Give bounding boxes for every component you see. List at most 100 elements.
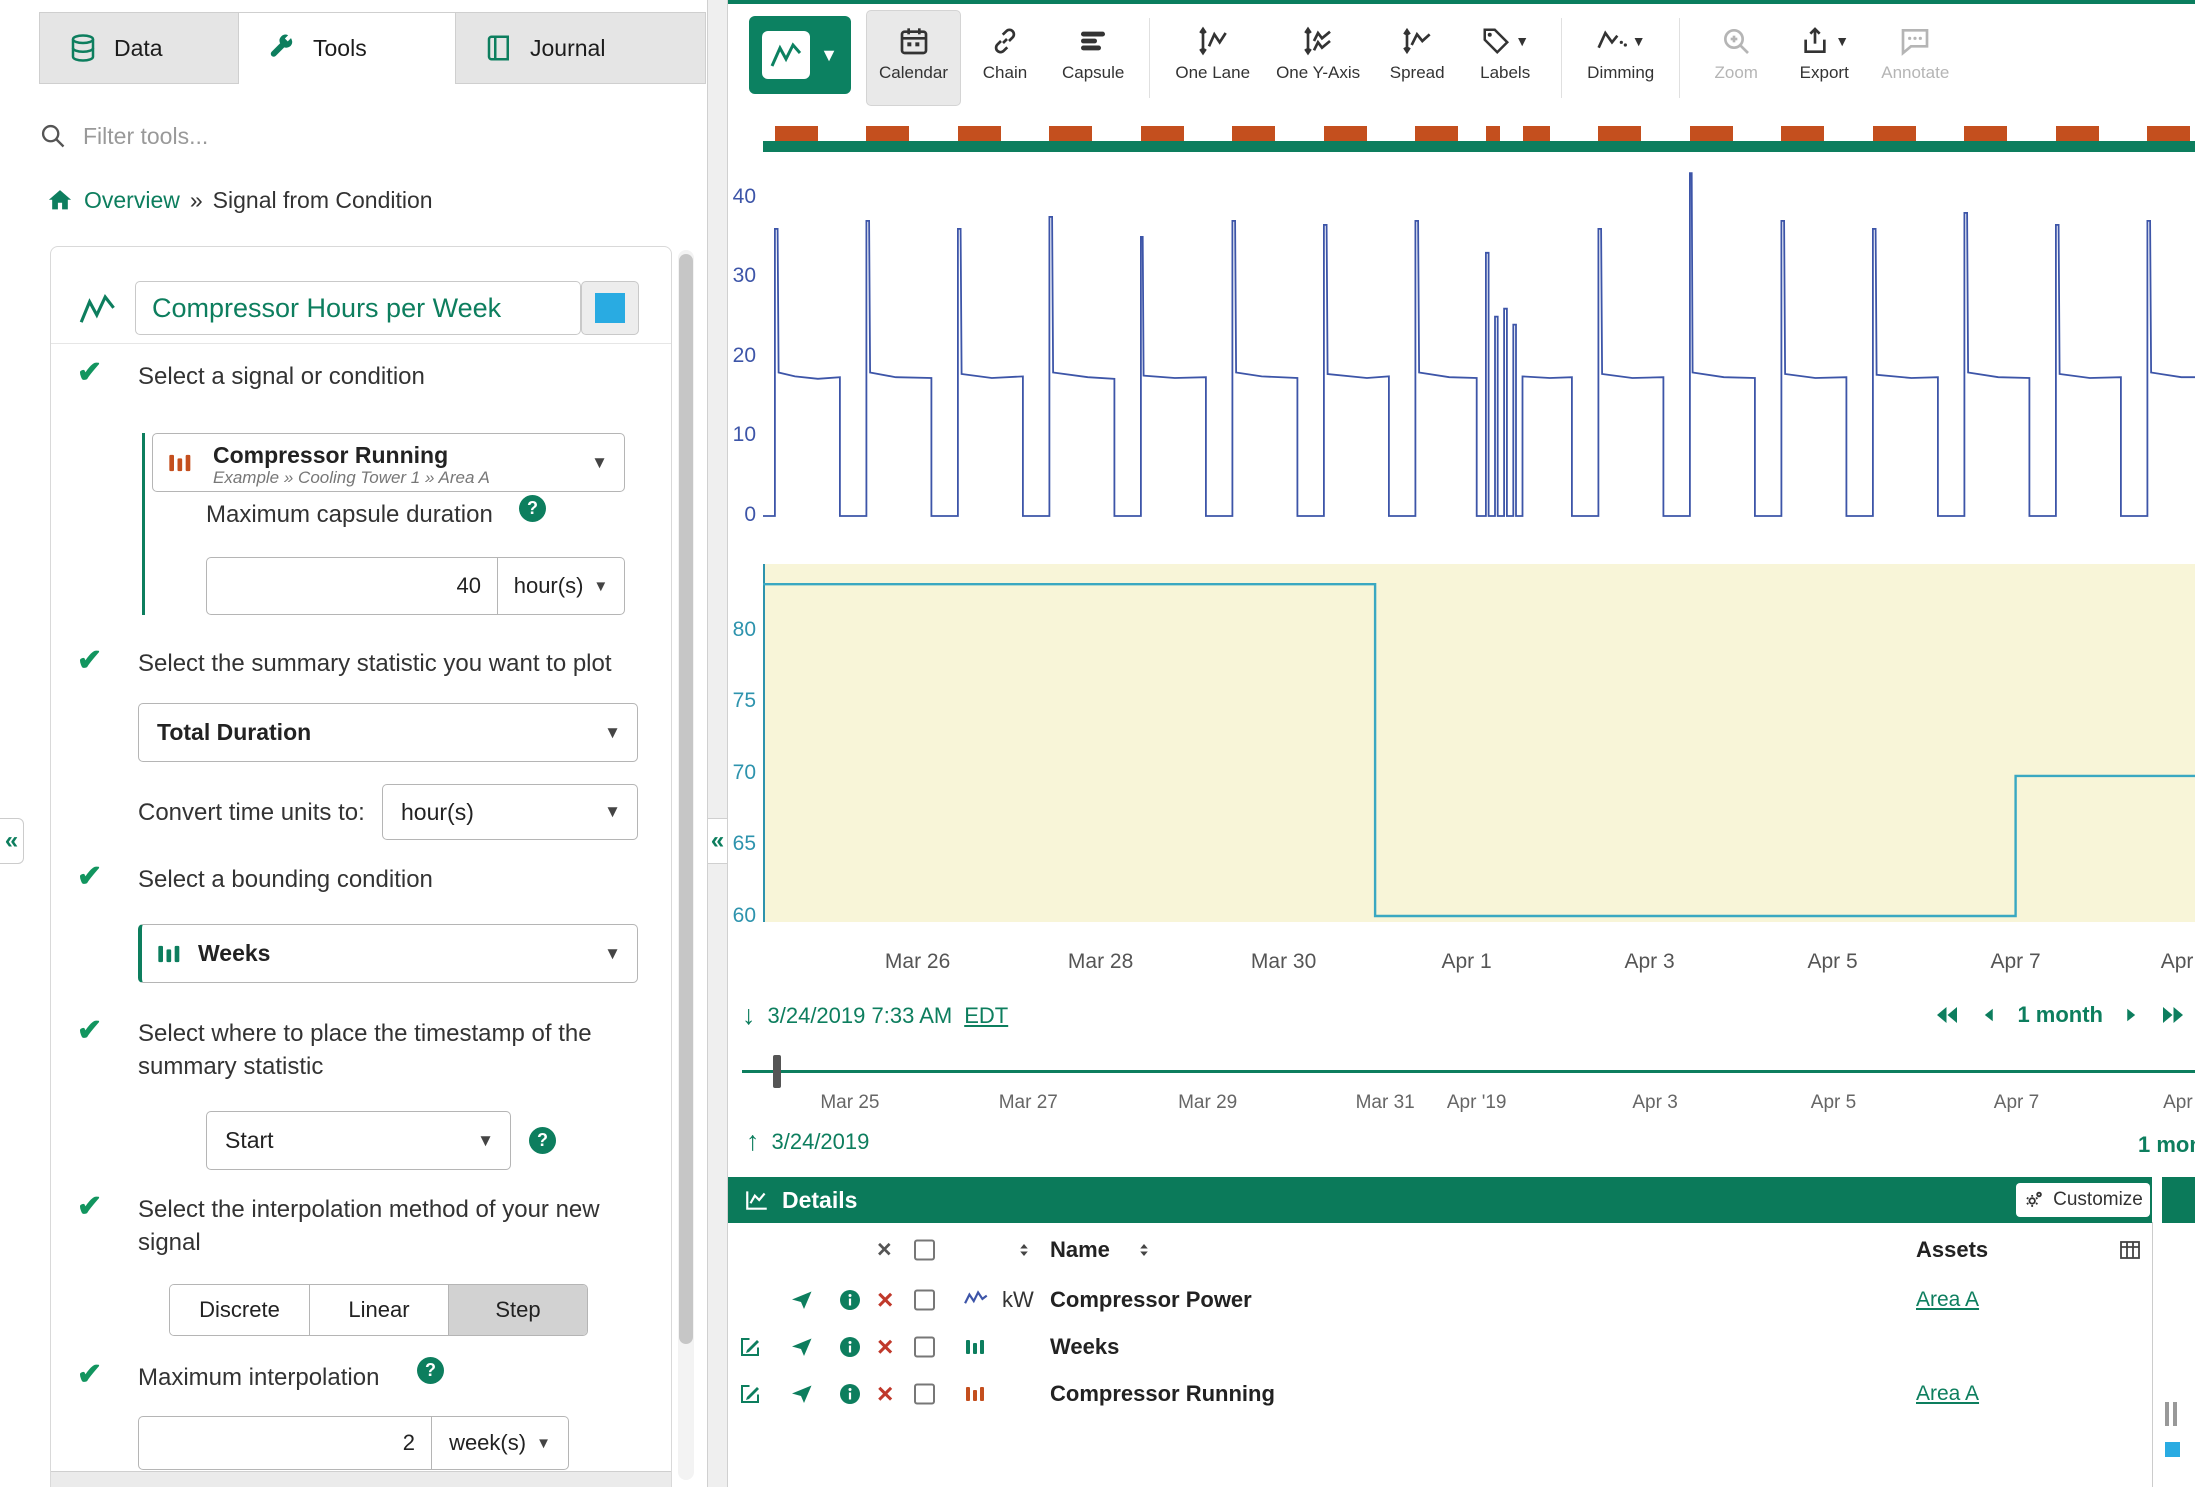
step-forward-icon[interactable] xyxy=(2121,1004,2141,1026)
item-name[interactable]: Compressor Power xyxy=(1050,1287,1252,1313)
view-mode-dropdown[interactable]: ▼ xyxy=(749,16,851,94)
timeline-label: Mar 31 xyxy=(1337,1092,1433,1114)
color-picker[interactable] xyxy=(581,281,639,335)
send-to-trend-icon[interactable] xyxy=(790,1335,814,1359)
info-icon[interactable] xyxy=(838,1335,862,1359)
help-icon[interactable]: ? xyxy=(519,495,546,522)
toolbar-one-y-axis-button[interactable]: One Y-Axis xyxy=(1263,10,1373,106)
signal-lane[interactable] xyxy=(763,150,2195,550)
breadcrumb-overview-link[interactable]: Overview xyxy=(84,187,180,214)
x-axis-label: Apr 1 xyxy=(1419,950,1515,974)
toolbar-calendar-button[interactable]: Calendar xyxy=(866,10,961,106)
table-row[interactable]: × Weeks xyxy=(728,1323,2152,1370)
collapse-sidebar-button[interactable]: « xyxy=(707,818,728,864)
remove-icon[interactable]: × xyxy=(877,1337,893,1357)
customize-button[interactable]: Customize xyxy=(2016,1183,2150,1217)
trend-icon xyxy=(75,291,121,327)
help-icon[interactable]: ? xyxy=(529,1127,556,1154)
row-checkbox[interactable] xyxy=(914,1383,935,1404)
remove-all-icon[interactable]: × xyxy=(877,1236,892,1265)
edit-icon[interactable] xyxy=(738,1335,762,1359)
result-name-input[interactable]: Compressor Hours per Week xyxy=(135,281,581,335)
step-back-icon[interactable] xyxy=(1979,1004,1999,1026)
table-row[interactable]: × kW Compressor Power Area A xyxy=(728,1276,2152,1323)
step6-label: Maximum interpolation xyxy=(138,1361,438,1394)
toolbar-button-label: Zoom xyxy=(1715,63,1758,83)
tab-journal[interactable]: Journal xyxy=(455,12,706,84)
x-axis-label: Apr 5 xyxy=(1785,950,1881,974)
toolbar-capsule-button[interactable]: Capsule xyxy=(1049,10,1137,106)
breadcrumb: Overview » Signal from Condition xyxy=(46,186,433,214)
step-forward-fast-icon[interactable] xyxy=(2159,1003,2187,1027)
investigate-range: ↑ 3/24/2019 xyxy=(746,1126,869,1157)
interp-discrete-button[interactable]: Discrete xyxy=(170,1285,309,1335)
investigate-duration[interactable]: 1 month xyxy=(2138,1132,2195,1158)
toolbar-annotate-button[interactable]: Annotate xyxy=(1868,10,1962,106)
asset-link[interactable]: Area A xyxy=(1916,1288,1979,1312)
send-to-trend-icon[interactable] xyxy=(790,1288,814,1312)
capsule xyxy=(2147,126,2190,141)
edit-icon[interactable] xyxy=(738,1382,762,1406)
signal-select[interactable]: Compressor Running Example » Cooling Tow… xyxy=(152,433,625,492)
trend-toolbar: Calendar Chain Capsule xyxy=(866,10,1962,106)
interp-linear-button[interactable]: Linear xyxy=(309,1285,448,1335)
assets-column-header[interactable]: Assets xyxy=(1916,1237,1988,1263)
remove-icon[interactable]: × xyxy=(877,1290,893,1310)
max-interpolation-input[interactable] xyxy=(138,1416,432,1470)
info-icon[interactable] xyxy=(838,1382,862,1406)
table-row[interactable]: × Compressor Running Area A xyxy=(728,1370,2152,1417)
asset-table-icon[interactable] xyxy=(2118,1238,2142,1262)
filter-tools-input[interactable] xyxy=(83,123,659,150)
remove-icon[interactable]: × xyxy=(877,1384,893,1404)
step-back-fast-icon[interactable] xyxy=(1933,1003,1961,1027)
duration-unit-select[interactable]: hour(s) ▼ xyxy=(498,557,625,615)
send-to-trend-icon[interactable] xyxy=(790,1382,814,1406)
row-checkbox[interactable] xyxy=(914,1336,935,1357)
toolbar-chain-button[interactable]: Chain xyxy=(961,10,1049,106)
sort-icon[interactable] xyxy=(1015,1239,1033,1261)
tab-tools[interactable]: Tools xyxy=(238,12,456,84)
display-start-text[interactable]: 3/24/2019 7:33 AM xyxy=(768,1003,953,1029)
capsule xyxy=(1415,126,1458,141)
x-axis[interactable]: Mar 26Mar 28Mar 30Apr 1Apr 3Apr 5Apr 7Ap… xyxy=(728,950,2195,980)
investigate-date[interactable]: 3/24/2019 xyxy=(772,1129,870,1155)
week-lane[interactable] xyxy=(763,560,2195,929)
display-duration[interactable]: 1 month xyxy=(2017,1002,2103,1028)
item-name[interactable]: Weeks xyxy=(1050,1334,1119,1360)
toolbar-spread-button[interactable]: Spread xyxy=(1373,10,1461,106)
interpolation-unit-select[interactable]: week(s) ▼ xyxy=(432,1416,569,1470)
toolbar-labels-button[interactable]: ▼ Labels xyxy=(1461,10,1549,106)
sort-icon[interactable] xyxy=(1135,1239,1153,1261)
capsule xyxy=(1141,126,1184,141)
name-column-header[interactable]: Name xyxy=(1050,1237,1110,1263)
select-all-checkbox[interactable] xyxy=(914,1240,935,1261)
timeline-handle[interactable] xyxy=(773,1055,781,1088)
toolbar-zoom-button[interactable]: Zoom xyxy=(1692,10,1780,106)
divider xyxy=(51,343,671,344)
check-icon: ✔ xyxy=(77,1189,102,1224)
convert-units-select[interactable]: hour(s) ▼ xyxy=(382,784,638,840)
max-capsule-duration-input[interactable] xyxy=(206,557,498,615)
collapse-left-edge-button[interactable]: « xyxy=(0,818,24,864)
summary-statistic-select[interactable]: Total Duration ▼ xyxy=(138,703,638,762)
toolbar-dimming-button[interactable]: ▼ Dimming xyxy=(1574,10,1667,106)
info-icon[interactable] xyxy=(838,1288,862,1312)
timeline-track[interactable] xyxy=(742,1070,2195,1073)
color-swatch xyxy=(2165,1442,2180,1457)
help-icon[interactable]: ? xyxy=(417,1357,444,1384)
toolbar-one-lane-button[interactable]: One Lane xyxy=(1162,10,1263,106)
tab-data[interactable]: Data xyxy=(39,12,239,84)
timeline-label: Apr 7 xyxy=(1969,1092,2065,1114)
home-icon[interactable] xyxy=(46,186,74,214)
bounding-condition-select[interactable]: Weeks ▼ xyxy=(138,924,638,983)
sidebar-scrollbar-thumb[interactable] xyxy=(679,254,693,1344)
item-name[interactable]: Compressor Running xyxy=(1050,1381,1275,1407)
panel-divider[interactable] xyxy=(2152,1222,2153,1487)
timestamp-placement-select[interactable]: Start ▼ xyxy=(206,1111,511,1170)
timezone-link[interactable]: EDT xyxy=(964,1003,1008,1029)
panel-resize-grip[interactable] xyxy=(2165,1402,2177,1426)
asset-link[interactable]: Area A xyxy=(1916,1382,1979,1406)
interp-step-button[interactable]: Step xyxy=(448,1285,587,1335)
toolbar-export-button[interactable]: ▼ Export xyxy=(1780,10,1868,106)
row-checkbox[interactable] xyxy=(914,1289,935,1310)
